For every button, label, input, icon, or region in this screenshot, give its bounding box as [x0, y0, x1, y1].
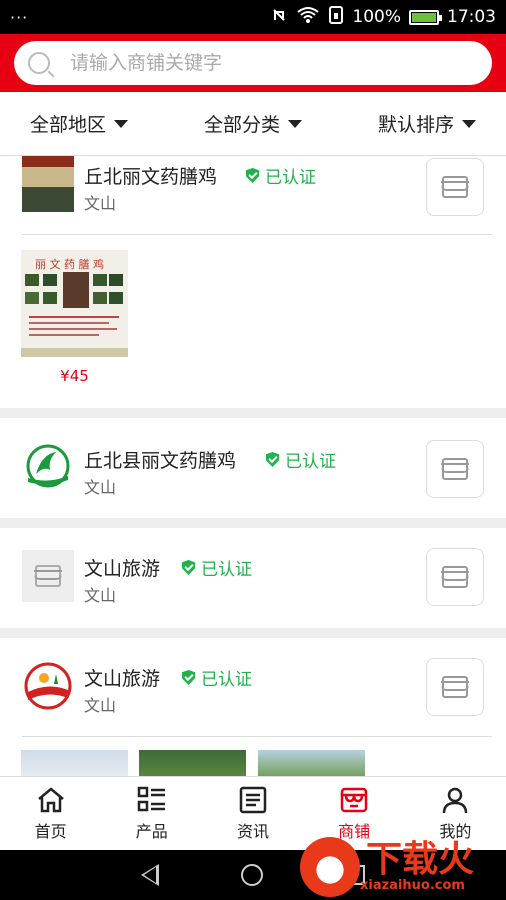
enter-store-button[interactable] — [426, 440, 484, 498]
filter-sort[interactable]: 默认排序 — [378, 110, 476, 137]
news-icon — [238, 786, 268, 814]
notification-dots: ··· — [10, 7, 29, 27]
verified-badge: 已认证 — [182, 555, 252, 580]
card-gap — [0, 518, 506, 528]
filter-category-label: 全部分类 — [203, 114, 280, 136]
shop-logo — [22, 440, 74, 492]
watermark: 下载火 xiazaihuo.com — [300, 834, 506, 900]
shop-name: 文山旅游 — [84, 668, 161, 690]
caret-down-icon — [114, 119, 129, 128]
card-gap — [0, 408, 506, 418]
shop-logo — [22, 550, 74, 602]
store-placeholder-icon — [34, 565, 62, 587]
store-icon — [441, 676, 469, 698]
svg-text:丽 文 药 膳 鸡: 丽 文 药 膳 鸡 — [35, 257, 104, 271]
caret-down-icon — [461, 119, 476, 128]
watermark-logo — [300, 837, 360, 897]
shop-city: 文山 — [84, 696, 117, 715]
caret-down-icon — [288, 119, 302, 128]
shop-card[interactable]: 文山旅游 已认证 文山 — [0, 638, 506, 776]
nav-news[interactable]: 资讯 — [208, 786, 298, 842]
watermark-url: xiazaihuo.com — [360, 877, 465, 893]
battery-icon — [409, 9, 442, 25]
search-input[interactable] — [70, 52, 478, 74]
shop-card[interactable]: 丘北县丽文药膳鸡 已认证 文山 — [0, 418, 506, 518]
shop-card[interactable]: 文山旅游 已认证 文山 — [0, 528, 506, 628]
nav-home[interactable]: 首页 — [6, 786, 96, 842]
product-image[interactable] — [139, 750, 246, 776]
store-icon — [441, 566, 469, 588]
shield-check-icon — [182, 560, 195, 575]
verified-badge: 已认证 — [246, 163, 316, 188]
sim-icon — [328, 5, 344, 29]
shop-list[interactable]: 丘北丽文药膳鸡 已认证 文山 丽 文 药 膳 鸡 ¥45 丘北县丽文药膳鸡 已认… — [0, 156, 506, 776]
shield-check-icon — [266, 452, 279, 467]
product-item[interactable]: 丽 文 药 膳 鸡 ¥45 — [21, 250, 128, 385]
verified-badge: 已认证 — [182, 665, 252, 690]
watermark-title: 下载火 — [366, 838, 475, 880]
clock: 17:03 — [447, 7, 496, 27]
product-image[interactable] — [258, 750, 365, 776]
home-circle-icon[interactable] — [241, 864, 263, 886]
shield-check-icon — [182, 670, 195, 685]
store-icon — [441, 176, 469, 198]
filter-sort-label: 默认排序 — [377, 114, 454, 136]
store-icon — [339, 786, 369, 814]
back-icon[interactable] — [141, 864, 159, 886]
shop-logo — [22, 660, 74, 712]
shop-card[interactable]: 丘北丽文药膳鸡 已认证 文山 丽 文 药 膳 鸡 ¥45 — [0, 156, 506, 408]
verified-badge: 已认证 — [266, 447, 336, 472]
home-icon — [36, 786, 66, 814]
battery-percent: 100% — [352, 7, 401, 27]
store-icon — [441, 458, 469, 480]
user-icon — [440, 786, 470, 814]
enter-store-button[interactable] — [426, 658, 484, 716]
vibrate-off-icon — [270, 6, 288, 29]
card-gap — [0, 628, 506, 638]
list-icon — [137, 786, 167, 814]
divider — [22, 736, 492, 737]
filter-region-label: 全部地区 — [30, 114, 107, 136]
shop-city: 文山 — [84, 194, 117, 213]
filter-category[interactable]: 全部分类 — [204, 110, 302, 137]
search-box[interactable] — [14, 41, 492, 85]
shop-name: 丘北丽文药膳鸡 — [84, 166, 218, 188]
shop-name: 丘北县丽文药膳鸡 — [84, 450, 237, 472]
shop-city: 文山 — [84, 586, 117, 605]
shop-logo — [22, 156, 74, 212]
wifi-icon — [296, 6, 320, 29]
divider — [22, 234, 492, 235]
product-image[interactable] — [21, 750, 128, 776]
filter-bar: 全部地区 全部分类 默认排序 — [0, 92, 506, 156]
search-header — [0, 34, 506, 92]
status-bar: ··· 100% 17:03 — [0, 0, 506, 34]
shop-name: 文山旅游 — [84, 558, 161, 580]
shop-city: 文山 — [84, 478, 117, 497]
search-icon — [28, 52, 50, 74]
shield-check-icon — [246, 168, 259, 183]
nav-products[interactable]: 产品 — [107, 786, 197, 842]
filter-region[interactable]: 全部地区 — [30, 110, 129, 137]
product-image: 丽 文 药 膳 鸡 — [21, 250, 128, 357]
enter-store-button[interactable] — [426, 158, 484, 216]
enter-store-button[interactable] — [426, 548, 484, 606]
product-price: ¥45 — [60, 367, 89, 385]
